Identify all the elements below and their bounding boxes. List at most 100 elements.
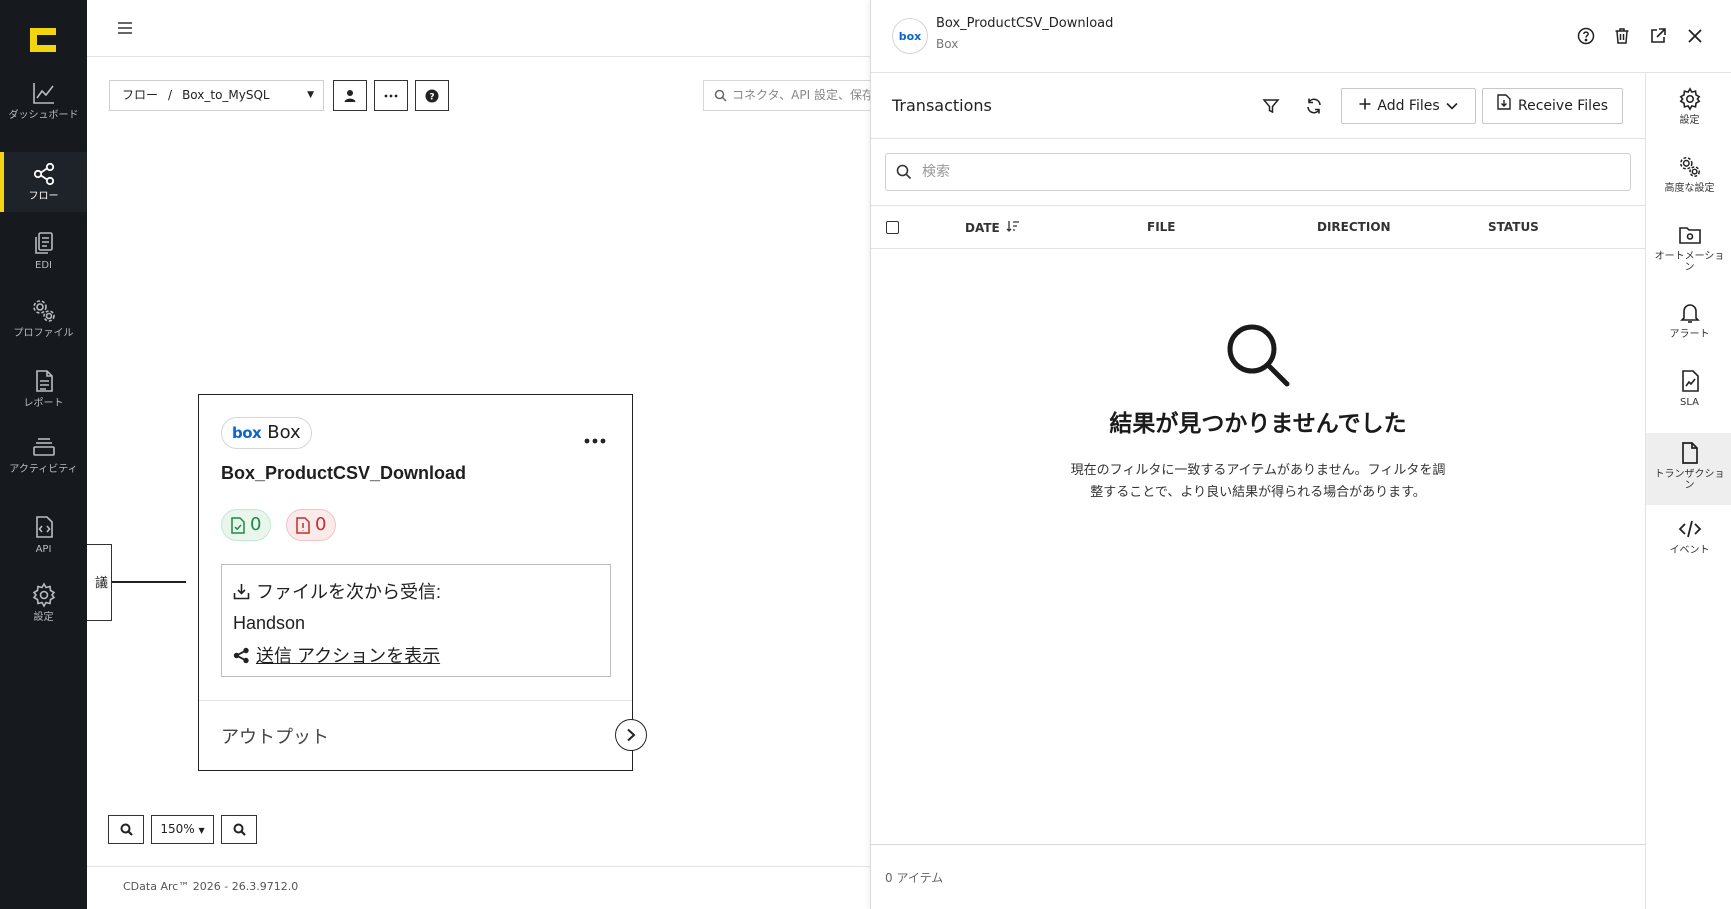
connector-action-box: ファイルを次から受信: Handson 送信 アクションを表示 [221,564,611,677]
refresh-icon[interactable] [1304,96,1324,116]
trash-icon[interactable] [1612,26,1632,46]
search-icon [714,89,727,102]
nav-item-flow[interactable]: フロー [0,152,87,212]
filter-icon[interactable] [1261,96,1281,116]
column-file[interactable]: FILE [1147,220,1176,234]
flow-share-icon [31,161,57,187]
chevron-down-icon [1446,89,1458,123]
more-options-button[interactable] [374,80,408,111]
rail-item-alert[interactable]: アラート [1646,301,1731,369]
zoom-level-select[interactable]: 150% ▼ [151,815,214,844]
zoom-in-button[interactable] [108,815,144,844]
caret-down-icon: ▼ [307,90,314,100]
card-menu-button[interactable] [584,429,606,448]
rail-label: 高度な設定 [1664,183,1715,194]
nav-label: プロファイル [13,328,74,339]
nav-item-activity[interactable]: アクティビティ [0,434,87,500]
hamburger-menu-icon[interactable] [117,20,133,36]
cdata-logo-icon[interactable] [28,26,58,54]
nav-label: フロー [28,191,59,202]
rail-item-settings[interactable]: 設定 [1646,87,1731,155]
help-button[interactable]: ? [415,80,449,111]
nav-item-dashboard[interactable]: ダッシュボード [0,80,87,146]
close-icon[interactable] [1685,26,1705,46]
column-direction[interactable]: DIRECTION [1317,220,1391,234]
flow-canvas[interactable]: フロー / Box_to_MySQL ▼ ? コネクタ、API 設定、保存 議 bo… [87,0,883,909]
upstream-connector-stub[interactable]: 議 [87,544,112,621]
file-check-icon [231,516,245,534]
show-send-action-link[interactable]: 送信 アクションを表示 [233,639,599,671]
panel-footer-divider [871,844,1645,845]
magnifier-empty-icon [1223,320,1293,390]
rail-item-events[interactable]: イベント [1646,517,1731,585]
box-logo-icon: box [232,424,262,442]
rail-label: SLA [1680,397,1699,408]
breadcrumb-flow-name: Box_to_MySQL [182,88,270,102]
transactions-search-input[interactable]: 検索 [885,153,1631,191]
nav-label: API [35,544,52,555]
rail-item-automation[interactable]: オートメーション [1646,223,1731,291]
column-file-label: FILE [1147,220,1176,234]
add-files-button[interactable]: Add Files [1341,88,1476,124]
rail-label: イベント [1669,545,1710,556]
success-count-badge[interactable]: 0 [221,509,272,541]
rail-item-sla[interactable]: SLA [1646,369,1731,437]
canvas-search-input[interactable]: コネクタ、API 設定、保存 [703,80,883,111]
gears-icon [31,298,57,324]
connector-card[interactable]: box Box Box_ProductCSV_Download 0 0 ファイル… [198,394,633,771]
column-date-label: DATE [965,220,1000,235]
ellipsis-icon [384,94,398,98]
output-label: アウトプット [221,727,329,747]
rail-item-transactions[interactable]: トランザクション [1646,433,1731,505]
zoom-out-button[interactable] [221,815,257,844]
receive-source: Handson [233,612,306,633]
empty-state-title: 結果が見つかりませんでした [1109,411,1407,437]
output-port-button[interactable] [615,719,647,751]
nav-item-api[interactable]: API [0,514,87,580]
column-direction-label: DIRECTION [1317,220,1391,234]
flow-breadcrumb-select[interactable]: フロー / Box_to_MySQL ▼ [109,80,324,111]
panel-right-rail: 設定 高度な設定 オートメーション アラート SLA トランザクション イベント [1645,73,1731,909]
receive-from-label: ファイルを次から受信: [256,582,441,602]
rail-item-advanced-settings[interactable]: 高度な設定 [1646,155,1731,223]
chevron-right-icon [625,728,637,742]
search-icon [896,164,912,180]
select-all-checkbox[interactable] [886,221,899,234]
gear-icon [1678,87,1702,111]
gears-icon [1678,155,1702,179]
column-status[interactable]: STATUS [1488,220,1539,234]
panel-header: box Box_ProductCSV_Download Box [871,0,1731,73]
nav-item-settings[interactable]: 設定 [0,582,87,648]
nav-label: ダッシュボード [8,110,79,121]
nav-item-report[interactable]: レポート [0,368,87,434]
error-count: 0 [315,514,327,535]
api-file-icon [31,514,57,540]
error-count-badge[interactable]: 0 [286,509,337,541]
canvas-topbar [87,0,870,57]
help-circle-icon[interactable] [1576,26,1596,46]
nav-item-edi[interactable]: EDI [0,230,87,296]
connector-link-line [112,581,186,583]
breadcrumb-root[interactable]: フロー [122,88,158,102]
send-action-link-text[interactable]: 送信 アクションを表示 [256,642,440,668]
receive-files-button[interactable]: Receive Files [1482,88,1623,124]
rail-label: オートメーション [1654,251,1725,273]
nav-label: 設定 [33,612,54,623]
open-external-icon[interactable] [1648,26,1668,46]
avatar-text: box [898,29,922,43]
transactions-table-header: DATE FILE DIRECTION STATUS [871,205,1645,249]
search-placeholder: 検索 [922,164,950,180]
user-button[interactable] [333,80,367,111]
version-text: CData Arc™ 2026 - 26.3.9712.0 [123,880,299,893]
column-date[interactable]: DATE [965,220,1020,235]
badge-label: Box [267,422,301,443]
chart-line-icon [31,80,57,106]
receive-files-label: Receive Files [1518,98,1608,114]
sla-file-icon [1678,369,1702,393]
file-receive-icon [1497,89,1511,123]
empty-state-description: 現在のフィルタに一致するアイテムがありません。フィルタを調整することで、より良い… [1070,463,1446,500]
box-logo-icon: box [892,18,928,54]
nav-item-profile[interactable]: プロファイル [0,298,87,364]
file-error-icon [296,516,310,534]
connector-title: Box_ProductCSV_Download [221,463,467,483]
